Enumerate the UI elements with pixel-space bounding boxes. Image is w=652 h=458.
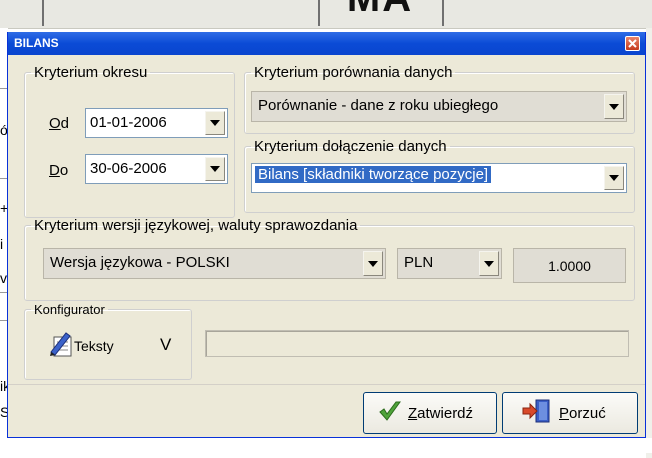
currency-combo[interactable]: PLN bbox=[397, 248, 502, 279]
language-value: Wersja językowa - POLSKI bbox=[50, 254, 230, 271]
to-date-value: 30-06-2006 bbox=[90, 160, 167, 177]
chevron-down-icon[interactable] bbox=[205, 157, 225, 181]
chevron-down-icon[interactable] bbox=[205, 111, 225, 135]
attach-combo[interactable]: Bilans [składniki tworzące pozycje] bbox=[251, 163, 627, 193]
confirm-button[interactable]: Zatwierdź bbox=[363, 392, 497, 434]
edit-document-icon bbox=[48, 329, 76, 362]
period-group-legend: Kryterium okresu bbox=[34, 64, 148, 81]
cancel-button-label: Porzuć bbox=[559, 404, 606, 422]
title-bar[interactable]: BILANS bbox=[8, 32, 645, 55]
background-divider bbox=[442, 0, 444, 26]
background-bottom bbox=[0, 438, 652, 453]
exchange-rate-field: 1.0000 bbox=[513, 248, 626, 283]
language-currency-legend: Kryterium wersji językowej, waluty spraw… bbox=[34, 217, 358, 234]
language-combo[interactable]: Wersja językowa - POLSKI bbox=[43, 248, 386, 279]
close-icon bbox=[628, 35, 637, 53]
attach-group-legend: Kryterium dołączenie danych bbox=[254, 138, 447, 155]
background-logo: MA bbox=[318, 0, 442, 18]
comparison-group-legend: Kryterium porównania danych bbox=[254, 64, 453, 81]
chevron-down-icon[interactable] bbox=[363, 251, 383, 276]
currency-value: PLN bbox=[404, 254, 434, 271]
attach-value: Bilans [składniki tworzące pozycje] bbox=[255, 166, 492, 183]
from-date-value: 01-01-2006 bbox=[90, 114, 167, 131]
from-label: Od bbox=[49, 115, 70, 132]
to-date-combo[interactable]: 30-06-2006 bbox=[85, 154, 228, 184]
bilans-dialog: BILANS Kryterium okresu Od 01-01-2006 Do… bbox=[7, 32, 646, 438]
texts-button[interactable]: Teksty bbox=[48, 329, 114, 362]
configurator-legend: Konfigurator bbox=[34, 302, 105, 317]
chevron-down-icon[interactable] bbox=[479, 251, 499, 276]
comparison-combo[interactable]: Porównanie - dane z roku ubiegłego bbox=[251, 91, 627, 122]
to-label: Do bbox=[49, 162, 69, 179]
exit-door-icon bbox=[521, 398, 553, 429]
period-group: Kryterium okresu bbox=[24, 64, 235, 218]
comparison-value: Porównanie - dane z roku ubiegłego bbox=[258, 97, 499, 114]
close-button[interactable] bbox=[625, 36, 640, 51]
v-label: V bbox=[160, 335, 172, 354]
chevron-down-icon[interactable] bbox=[604, 166, 624, 190]
background-divider bbox=[42, 0, 44, 26]
from-date-combo[interactable]: 01-01-2006 bbox=[85, 108, 228, 138]
checkmark-icon bbox=[378, 400, 402, 427]
chevron-down-icon[interactable] bbox=[604, 94, 624, 119]
dialog-title: BILANS bbox=[14, 36, 59, 50]
background-right-panel bbox=[646, 28, 652, 458]
confirm-button-label: Zatwierdź bbox=[408, 404, 474, 422]
progress-bar bbox=[205, 330, 629, 357]
texts-button-label: Teksty bbox=[74, 337, 114, 354]
background-window-strip: MA bbox=[0, 0, 652, 29]
cancel-button[interactable]: Porzuć bbox=[502, 392, 638, 434]
